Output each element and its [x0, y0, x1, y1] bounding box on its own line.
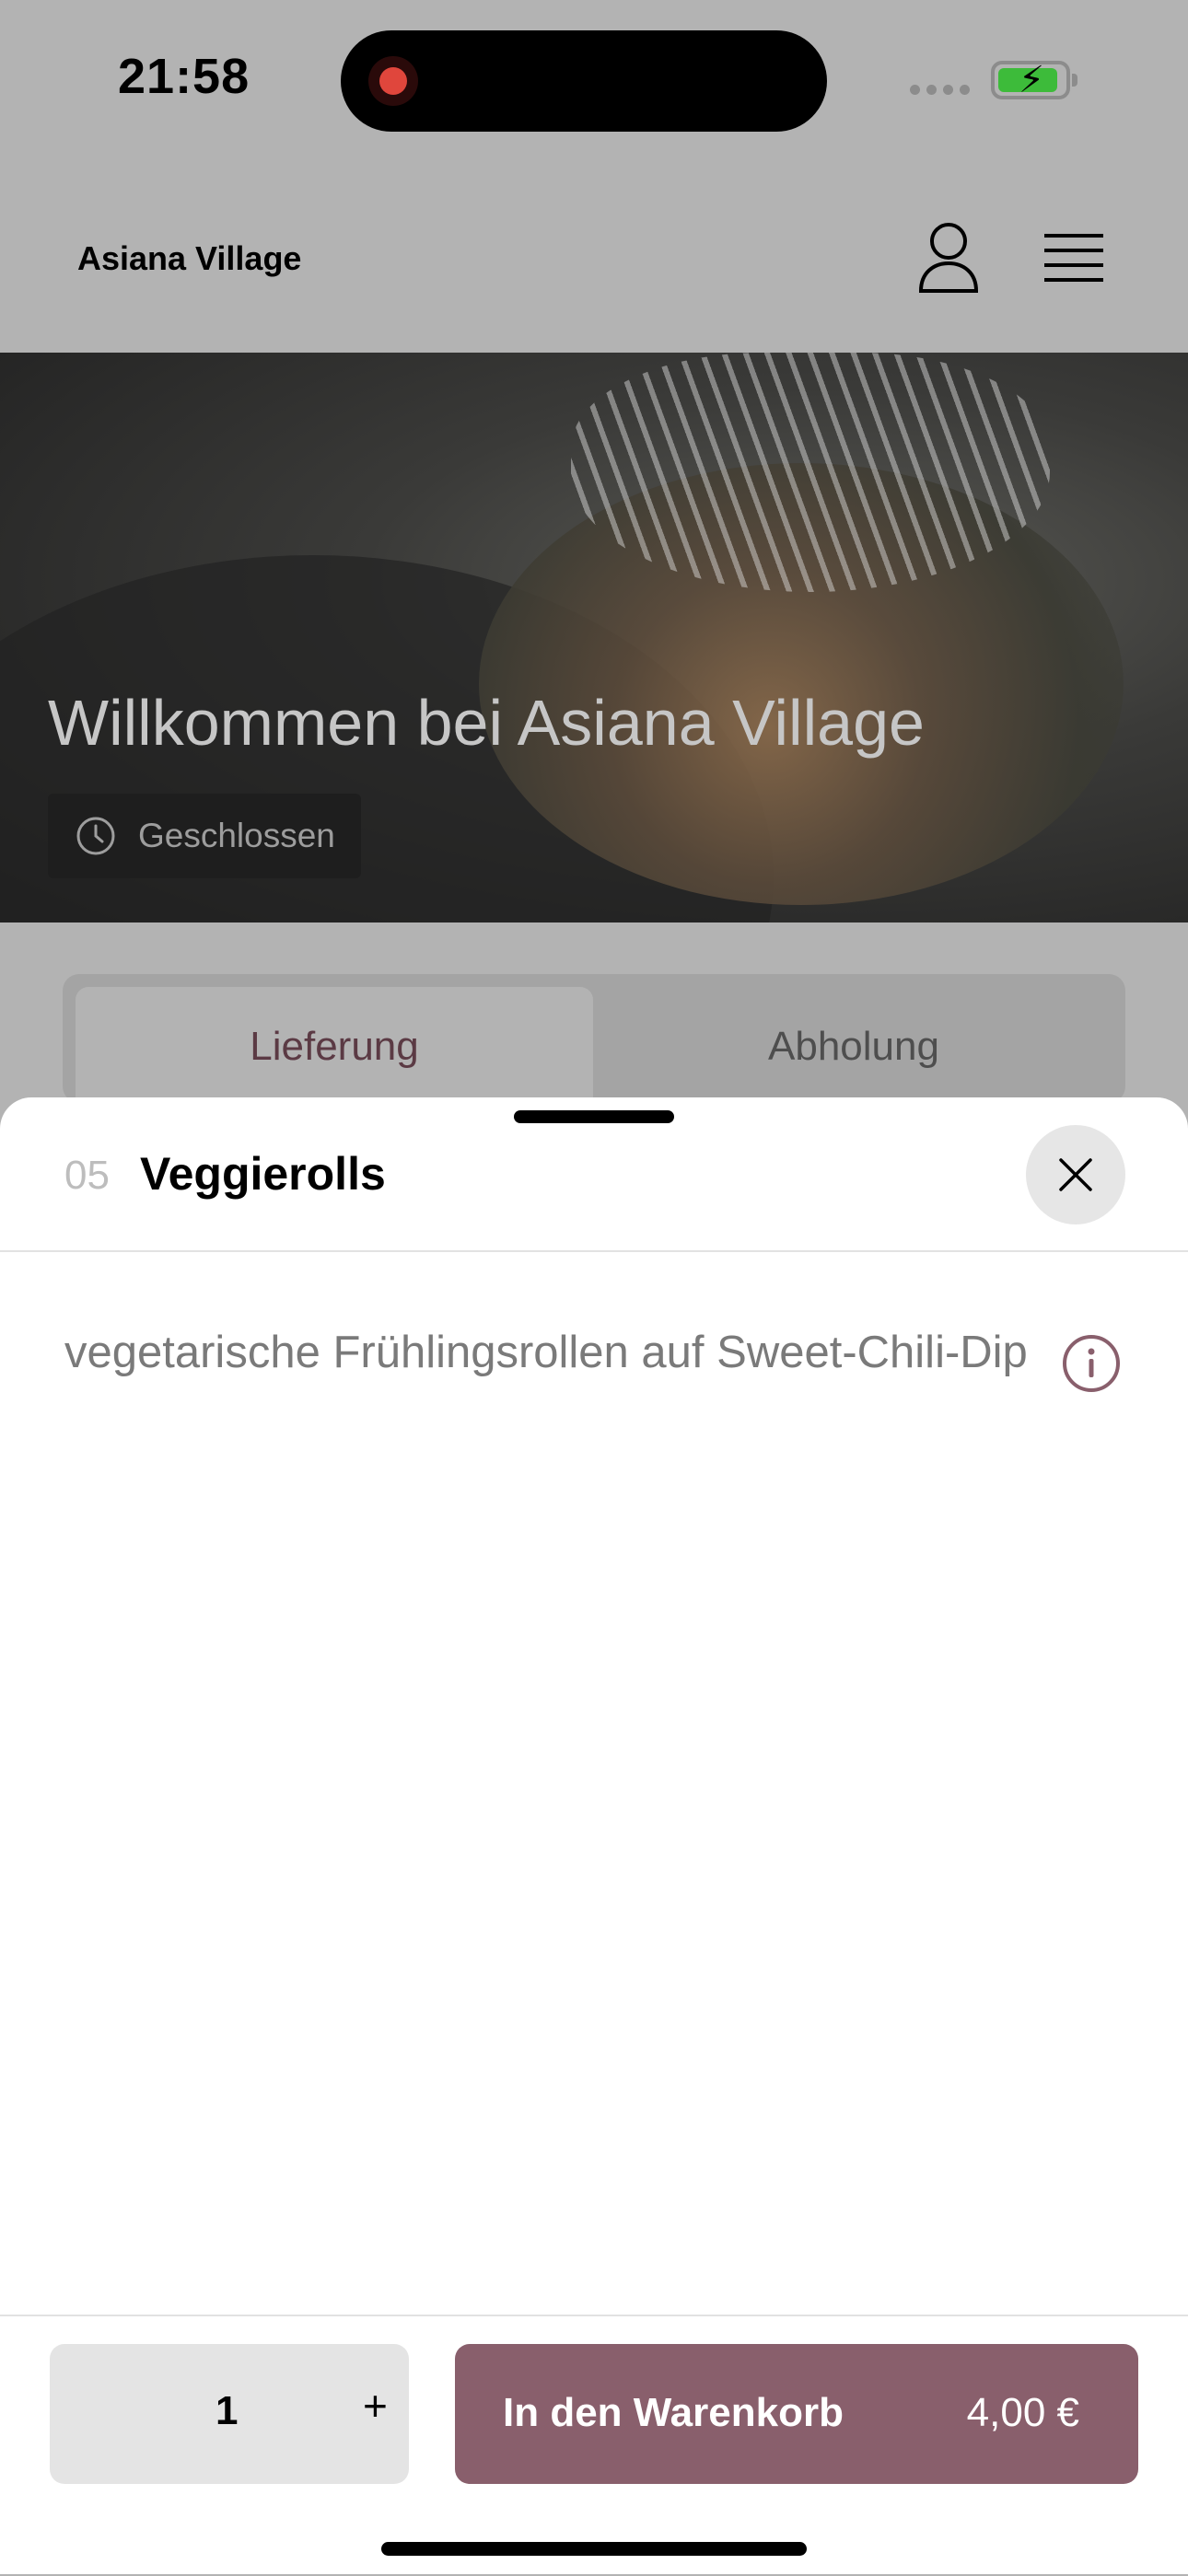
info-icon[interactable]: [1061, 1333, 1122, 1394]
close-button[interactable]: [1026, 1125, 1125, 1224]
hamburger-menu-icon[interactable]: [1044, 232, 1103, 285]
item-title: Veggierolls: [140, 1148, 386, 1200]
add-to-cart-label: In den Warenkorb: [503, 2390, 844, 2435]
tab-delivery[interactable]: Lieferung: [76, 987, 593, 1116]
quantity-stepper: 1 +: [50, 2344, 409, 2484]
item-description: vegetarische Frühlingsrollen auf Sweet-C…: [64, 1328, 1028, 1377]
status-bar: 21:58 ⚡: [0, 0, 1188, 166]
sheet-header: 05 Veggierolls: [0, 1097, 1188, 1252]
sheet-footer: 1 + In den Warenkorb 4,00 €: [0, 2315, 1188, 2576]
tab-pickup[interactable]: Abholung: [595, 987, 1112, 1116]
order-type-tabs: Lieferung Abholung: [63, 974, 1125, 1116]
hero-title: Willkommen bei Asiana Village: [48, 687, 925, 759]
item-detail-sheet: 05 Veggierolls vegetarische Frühlingsrol…: [0, 1097, 1188, 2574]
clock-icon: [76, 817, 115, 855]
brand-name[interactable]: Asiana Village: [77, 239, 301, 278]
recording-icon: [368, 56, 418, 106]
item-price: 4,00 €: [966, 2390, 1079, 2435]
user-icon[interactable]: [917, 221, 980, 295]
sheet-grabber[interactable]: [514, 1110, 674, 1123]
add-to-cart-button[interactable]: In den Warenkorb 4,00 €: [455, 2344, 1138, 2484]
quantity-increment-button[interactable]: +: [363, 2381, 388, 2431]
close-icon: [1059, 1158, 1092, 1191]
opening-status-text: Geschlossen: [138, 817, 335, 854]
item-number: 05: [64, 1153, 110, 1198]
home-indicator[interactable]: [381, 2542, 807, 2556]
status-time: 21:58: [118, 49, 250, 104]
hero-banner: Willkommen bei Asiana Village Geschlosse…: [0, 353, 1188, 922]
opening-status-badge: Geschlossen: [48, 794, 361, 878]
quantity-value: 1: [215, 2388, 239, 2433]
dynamic-island: [341, 30, 827, 132]
signal-icon: [910, 85, 970, 95]
app-header: Asiana Village: [0, 166, 1188, 354]
battery-icon: ⚡: [991, 61, 1077, 99]
